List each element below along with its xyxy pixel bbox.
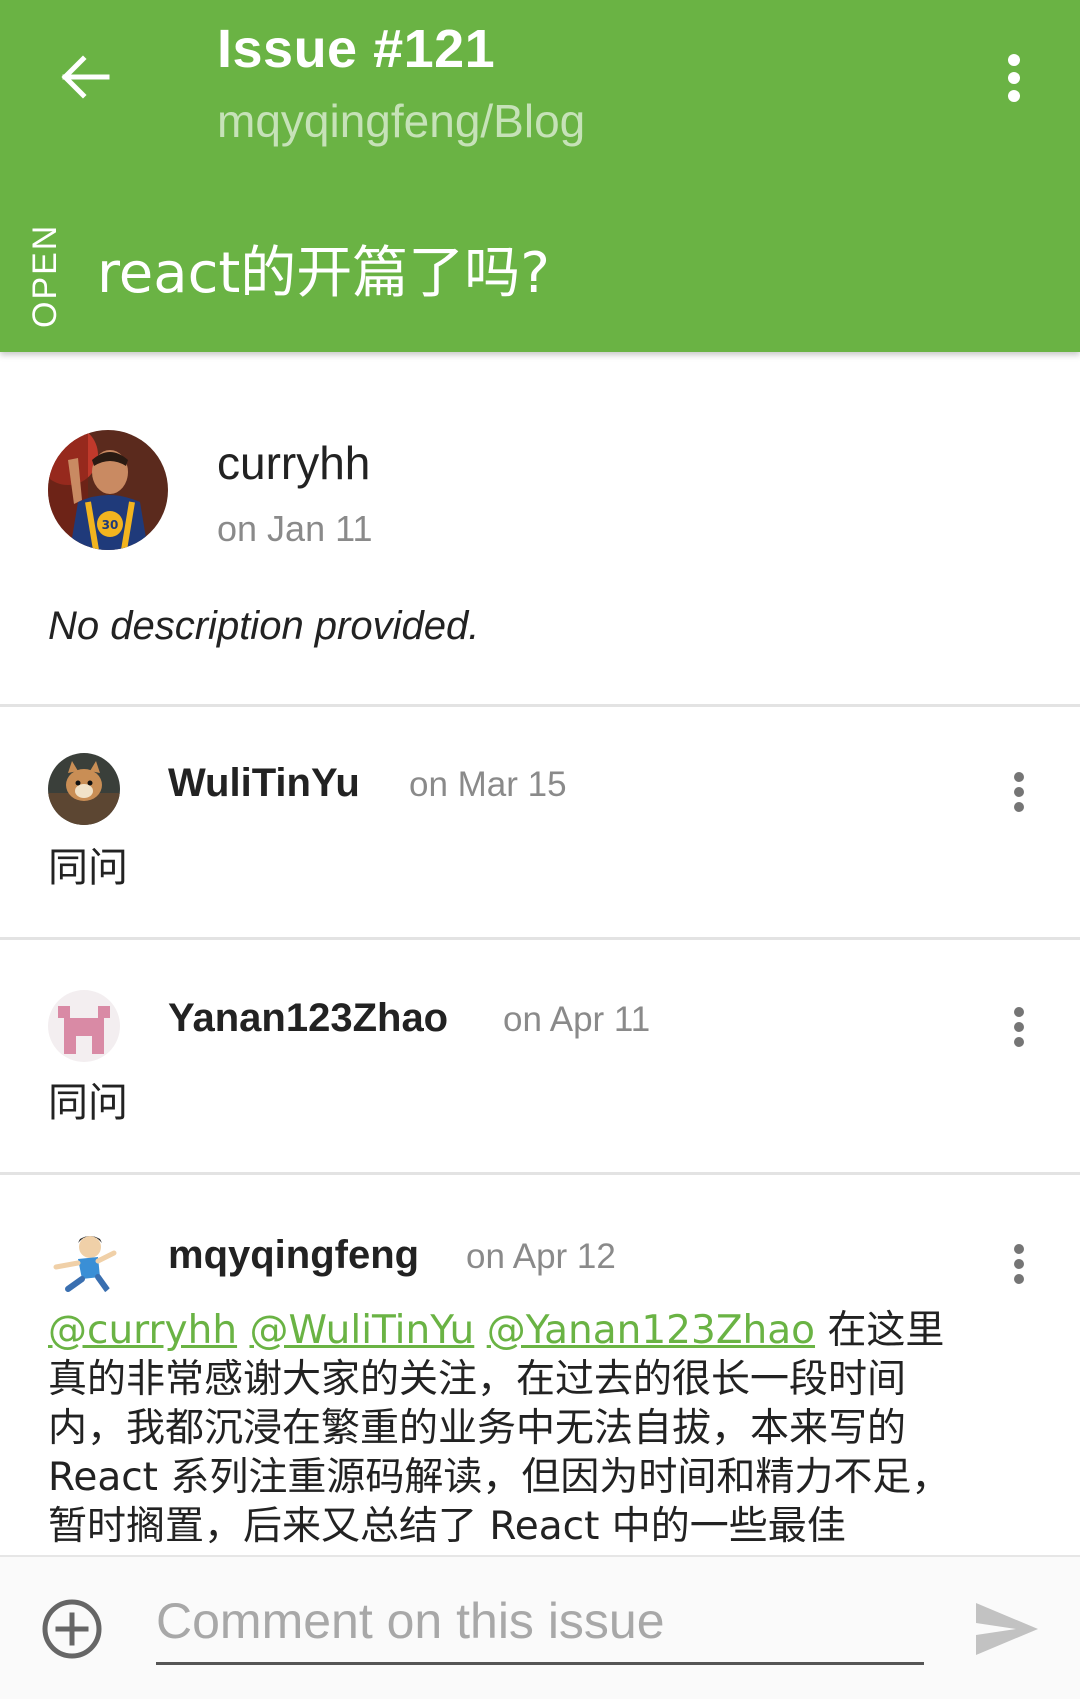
- send-icon[interactable]: [972, 1597, 1042, 1661]
- repo-name[interactable]: mqyqingfeng/Blog: [217, 94, 585, 148]
- issue-date: on Jan 11: [217, 508, 373, 549]
- comment-author[interactable]: mqyqingfeng: [168, 1233, 419, 1278]
- arrow-left-icon[interactable]: [50, 42, 120, 112]
- comment-item: Yanan123Zhao on Apr 11 同问: [0, 940, 1080, 1172]
- avatar[interactable]: [48, 990, 120, 1062]
- issue-number-title: Issue #121: [217, 19, 496, 79]
- add-circle-icon[interactable]: [40, 1597, 104, 1661]
- avatar[interactable]: [48, 753, 120, 825]
- issue-body: 30 curryhh on Jan 11 No description prov…: [0, 352, 1080, 704]
- more-vert-icon[interactable]: [1004, 1244, 1034, 1284]
- issue-title: react的开篇了吗?: [97, 241, 551, 306]
- comment-date: on Apr 11: [503, 1000, 651, 1039]
- issue-state-label: OPEN: [26, 223, 64, 328]
- comment-date: on Apr 12: [466, 1237, 616, 1276]
- mention-link[interactable]: @WuliTinYu: [249, 1308, 474, 1353]
- mention-link[interactable]: @Yanan123Zhao: [487, 1308, 815, 1353]
- more-vert-icon[interactable]: [990, 50, 1038, 106]
- avatar[interactable]: [48, 1227, 120, 1299]
- svg-text:30: 30: [102, 518, 119, 532]
- comment-composer: [0, 1555, 1080, 1699]
- comment-author[interactable]: WuliTinYu: [168, 761, 360, 806]
- comment-input[interactable]: [156, 1579, 924, 1665]
- comment-item: WuliTinYu on Mar 15 同问: [0, 707, 1080, 937]
- avatar[interactable]: 30: [48, 430, 168, 550]
- comment-author[interactable]: Yanan123Zhao: [168, 996, 448, 1041]
- app-bar: Issue #121 mqyqingfeng/Blog OPEN react的开…: [0, 0, 1080, 352]
- issue-detail-screen: Issue #121 mqyqingfeng/Blog OPEN react的开…: [0, 0, 1080, 1699]
- comment-body: 同问: [48, 845, 128, 891]
- more-vert-icon[interactable]: [1004, 772, 1034, 812]
- comment-body: @curryhh @WuliTinYu @Yanan123Zhao 在这里真的非…: [48, 1306, 978, 1551]
- more-vert-icon[interactable]: [1004, 1007, 1034, 1047]
- comment-date: on Mar 15: [409, 765, 567, 804]
- issue-author[interactable]: curryhh: [217, 436, 370, 490]
- comment-body: 同问: [48, 1080, 128, 1126]
- issue-description: No description provided.: [48, 604, 480, 648]
- mention-link[interactable]: @curryhh: [48, 1308, 237, 1353]
